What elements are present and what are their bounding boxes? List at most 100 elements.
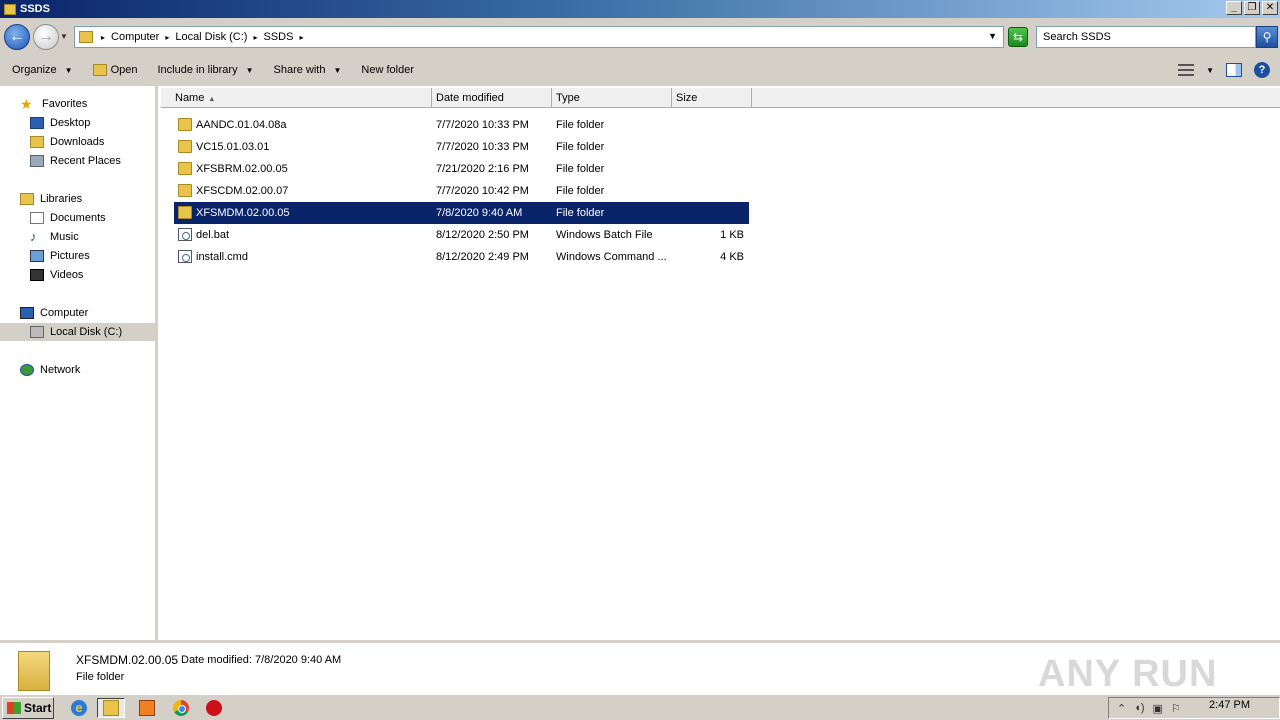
nav-desktop[interactable]: Desktop (30, 114, 90, 132)
show-hidden-icons-icon[interactable]: ⌃ (1117, 702, 1126, 715)
breadcrumb-computer[interactable]: ▸ Computer (101, 31, 159, 43)
start-button[interactable]: Start (2, 697, 54, 719)
action-center-flag-icon[interactable]: ⚐ (1171, 702, 1181, 715)
local-disk-icon (30, 326, 44, 338)
nav-documents[interactable]: Documents (30, 209, 106, 227)
file-row[interactable]: XFSBRM.02.00.05 7/21/2020 2:16 PM File f… (174, 158, 749, 180)
nav-local-disk[interactable]: Local Disk (C:) (0, 323, 155, 341)
details-name: XFSMDM.02.00.05 (76, 653, 179, 667)
nav-videos[interactable]: Videos (30, 266, 83, 284)
script-icon (178, 228, 192, 241)
help-icon[interactable]: ? (1254, 62, 1270, 78)
libraries-icon (20, 193, 34, 205)
script-icon (178, 250, 192, 263)
music-icon: ♪ (30, 229, 37, 244)
open-button[interactable]: Open (92, 64, 137, 76)
windows-logo-icon (7, 702, 21, 714)
nav-recent-places[interactable]: Recent Places (30, 152, 121, 170)
nav-pictures[interactable]: Pictures (30, 247, 90, 265)
pictures-icon (30, 250, 44, 262)
details-pane: XFSMDM.02.00.05 Date modified: 7/8/2020 … (0, 640, 1280, 695)
view-options-dropdown[interactable]: ▼ (1206, 66, 1214, 75)
recent-places-icon (30, 155, 44, 167)
folder-icon (178, 206, 192, 219)
details-type: File folder (76, 671, 125, 683)
preview-pane-icon[interactable] (1226, 63, 1242, 77)
folder-icon (178, 184, 192, 197)
address-row: ← → ▼ ▸ Computer ▸ Local Disk (C:) ▸ SSDS ▸ … (0, 18, 1280, 54)
nav-computer[interactable]: Computer (20, 304, 88, 322)
folder-icon (18, 651, 50, 691)
nav-network[interactable]: Network (20, 361, 80, 379)
downloads-icon (30, 136, 44, 148)
share-with-button[interactable]: Share with ▼ (274, 64, 342, 76)
file-row[interactable]: AANDC.01.04.08a 7/7/2020 10:33 PM File f… (174, 114, 749, 136)
column-header-date[interactable]: Date modified (432, 88, 552, 108)
sort-ascending-icon: ▲ (208, 96, 216, 103)
network-icon (20, 364, 34, 376)
file-row[interactable]: del.bat 8/12/2020 2:50 PM Windows Batch … (174, 224, 749, 246)
column-header-name[interactable]: Name ▲ (171, 88, 432, 108)
media-player-icon (139, 700, 155, 716)
documents-icon (30, 212, 44, 224)
opera-icon (206, 700, 222, 716)
address-dropdown-button[interactable]: ▼ (988, 31, 997, 41)
internet-explorer-icon: e (71, 700, 87, 716)
chrome-icon (173, 700, 189, 716)
recent-pages-dropdown[interactable]: ▼ (60, 32, 68, 41)
clock[interactable]: 2:47 PM (1209, 699, 1250, 711)
refresh-button[interactable]: ⇆ (1008, 27, 1028, 47)
forward-button[interactable]: → (33, 24, 59, 50)
taskbar-explorer[interactable] (97, 698, 125, 718)
file-row[interactable]: XFSCDM.02.00.07 7/7/2020 10:42 PM File f… (174, 180, 749, 202)
folder-icon (178, 118, 192, 131)
system-tray: ⌃ ◖) ▣ ⚐ (1108, 697, 1280, 719)
file-list: Name ▲ Date modified Type Size AANDC.01.0… (161, 86, 1280, 640)
folder-icon (4, 3, 16, 15)
watermark: ANY RUN (1038, 653, 1218, 695)
new-folder-button[interactable]: New folder (361, 64, 414, 76)
file-row[interactable]: VC15.01.03.01 7/7/2020 10:33 PM File fol… (174, 136, 749, 158)
window-title: SSDS (20, 3, 50, 15)
column-header-type[interactable]: Type (552, 88, 672, 108)
minimize-button[interactable]: _ (1226, 1, 1242, 15)
taskbar: Start e ⌃ ◖) ▣ ⚐ 2:47 PM (0, 694, 1280, 720)
open-icon (92, 64, 107, 76)
volume-icon[interactable]: ◖) (1134, 702, 1144, 714)
search-icon[interactable]: ⚲ (1256, 26, 1278, 48)
taskbar-chrome[interactable] (170, 698, 192, 718)
taskbar-internet-explorer[interactable]: e (68, 698, 90, 718)
folder-icon (79, 31, 93, 43)
nav-downloads[interactable]: Downloads (30, 133, 104, 151)
taskbar-media-player[interactable] (136, 698, 158, 718)
nav-libraries[interactable]: Libraries (20, 190, 82, 208)
close-button[interactable]: ✕ (1262, 1, 1278, 15)
breadcrumb-local-disk[interactable]: ▸ Local Disk (C:) (165, 31, 247, 43)
column-headers: Name ▲ Date modified Type Size (161, 88, 1280, 108)
computer-icon (20, 307, 34, 319)
breadcrumb-ssds[interactable]: ▸ SSDS ▸ (253, 31, 309, 43)
videos-icon (30, 269, 44, 281)
file-row[interactable]: install.cmd 8/12/2020 2:49 PM Windows Co… (174, 246, 749, 268)
title-bar[interactable]: SSDS _ ❐ ✕ (0, 0, 1280, 18)
nav-music[interactable]: ♪ Music (30, 228, 79, 246)
star-icon: ★ (20, 96, 33, 112)
restore-button[interactable]: ❐ (1244, 1, 1260, 15)
search-input[interactable]: Search SSDS (1036, 26, 1256, 48)
navigation-pane: ★ Favorites Desktop Downloads Recent Plac… (0, 86, 158, 640)
organize-button[interactable]: Organize ▼ (12, 64, 73, 76)
taskbar-opera[interactable] (203, 698, 225, 718)
details-date-modified: Date modified: 7/8/2020 9:40 AM (181, 654, 342, 666)
change-view-icon[interactable] (1178, 64, 1195, 76)
window-controls: _ ❐ ✕ (1226, 1, 1278, 15)
nav-favorites[interactable]: ★ Favorites (20, 95, 87, 113)
command-bar: Organize ▼ Open Include in library ▼ Share… (0, 54, 1280, 86)
network-status-icon[interactable]: ▣ (1153, 702, 1163, 715)
file-row-selected[interactable]: XFSMDM.02.00.05 7/8/2020 9:40 AM File fo… (174, 202, 749, 224)
include-in-library-button[interactable]: Include in library ▼ (157, 64, 253, 76)
back-button[interactable]: ← (4, 24, 30, 50)
column-header-size[interactable]: Size (672, 88, 752, 108)
address-bar[interactable]: ▸ Computer ▸ Local Disk (C:) ▸ SSDS ▸ ▼ (74, 26, 1004, 48)
folder-icon (178, 140, 192, 153)
folder-icon (178, 162, 192, 175)
